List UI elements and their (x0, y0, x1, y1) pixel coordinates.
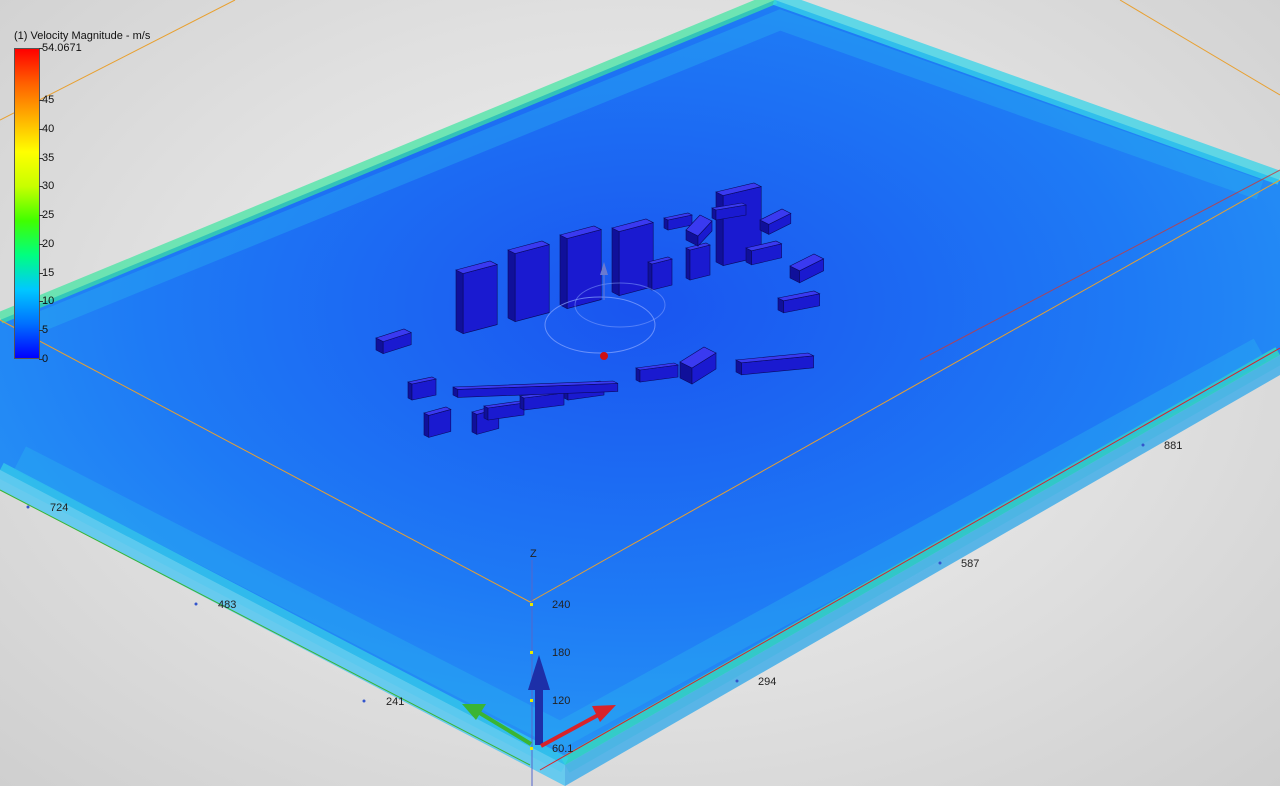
bbox-line-orange-tr (1119, 0, 1280, 96)
probe-point (600, 352, 608, 360)
x-tick-label: 587 (961, 558, 979, 570)
z-tick-label: 60.1 (552, 743, 573, 755)
z-tick-label: 240 (552, 599, 570, 611)
legend-title: (1) Velocity Magnitude - m/s (14, 30, 151, 42)
z-tick-mark (530, 603, 533, 606)
y-tick-mark (362, 699, 366, 703)
y-tick-label: 483 (218, 599, 236, 611)
legend-tick-label: 30 (38, 180, 55, 193)
y-tick-label: 724 (50, 502, 68, 514)
legend-tick-label: 15 (38, 266, 55, 279)
z-tick-label: 120 (552, 695, 570, 707)
z-tick-mark (530, 699, 533, 702)
legend-tick-label: 5 (38, 324, 49, 337)
building (685, 242, 711, 281)
legend-tick-label: 0 (38, 353, 49, 365)
building (455, 260, 499, 335)
legend-tick-label: 35 (38, 151, 55, 164)
legend-tick-label: 20 (38, 237, 55, 250)
legend-tick-label: 10 (38, 295, 55, 308)
x-tick-mark (938, 561, 942, 565)
legend-tick-label: 40 (38, 122, 55, 135)
x-tick-mark (1141, 443, 1145, 447)
x-tick-mark (735, 679, 739, 683)
velocity-legend: (1) Velocity Magnitude - m/s 54.0671 45 40… (14, 30, 214, 370)
cfd-viewport[interactable]: 240 180 120 60.1 Z 294 587 881 241 483 724 (1) V… (0, 0, 1280, 786)
y-tick-mark (26, 505, 30, 509)
z-tick-mark (530, 651, 533, 654)
z-tick-label: 180 (552, 647, 570, 659)
z-tick-mark (530, 747, 533, 750)
z-axis-label: Z (530, 548, 537, 560)
y-tick-mark (194, 602, 198, 606)
building (559, 225, 603, 310)
legend-max-label: 54.0671 (39, 42, 82, 54)
building (507, 240, 551, 323)
legend-tick-label: 45 (38, 94, 55, 107)
legend-tick-label: 25 (38, 209, 55, 222)
x-tick-label: 294 (758, 676, 776, 688)
x-tick-label: 881 (1164, 440, 1182, 452)
building (647, 256, 673, 291)
y-tick-label: 241 (386, 696, 404, 708)
legend-color-bar (14, 48, 40, 359)
